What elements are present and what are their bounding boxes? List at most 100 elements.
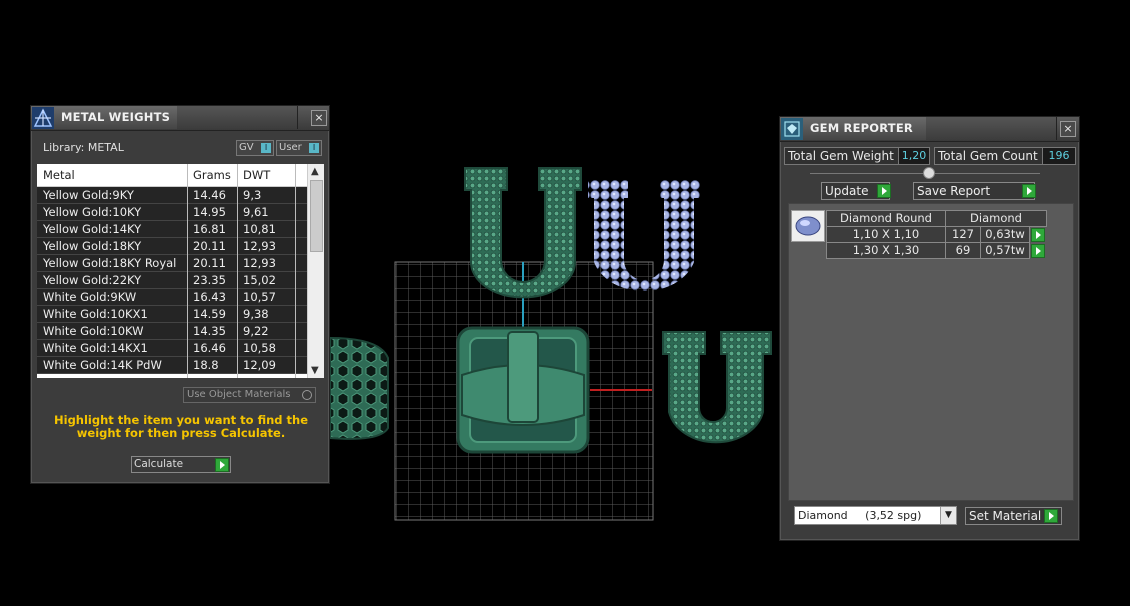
metal-table-header: Metal Grams DWT <box>37 164 307 187</box>
model-ring <box>456 326 590 454</box>
cell-metal: Yellow Gold:14KY <box>43 222 142 236</box>
gem-reporter-close-button[interactable]: × <box>1060 121 1076 137</box>
cell-grams: 14.35 <box>193 324 226 338</box>
cell-dwt: 15,02 <box>243 273 276 287</box>
table-row[interactable]: White Gold:9KW 16.43 10,57 <box>37 289 307 306</box>
table-row[interactable]: White Gold:10KW 14.35 9,22 <box>37 323 307 340</box>
cell-grams: 16.46 <box>193 341 226 355</box>
diamond-thumbnail <box>791 210 825 242</box>
column-divider <box>237 164 238 378</box>
cell-dwt: 12,09 <box>243 358 276 372</box>
cell-metal: Yellow Gold:18KY Royal <box>43 256 177 270</box>
table-row[interactable]: Yellow Gold:10KY 14.95 9,61 <box>37 204 307 221</box>
update-go-icon[interactable] <box>877 184 891 198</box>
calculate-button[interactable]: Calculate <box>131 456 231 473</box>
metal-table-scrollbar[interactable]: ▲ ▼ <box>307 164 324 378</box>
scroll-down-arrow-icon[interactable]: ▼ <box>311 365 319 376</box>
set-material-label: Set Material <box>969 509 1042 523</box>
metal-weights-title: METAL WEIGHTS <box>61 110 171 124</box>
cell-grams: 14.46 <box>193 188 226 202</box>
metal-weights-close-button[interactable]: × <box>311 110 327 126</box>
save-report-button[interactable]: Save Report <box>913 182 1036 200</box>
column-divider <box>295 164 296 378</box>
metal-weights-titlebar[interactable]: METAL WEIGHTS × <box>31 106 329 131</box>
total-gem-weight-value: 1,20 <box>898 147 930 165</box>
table-row[interactable]: Yellow Gold:22KY 23.35 15,02 <box>37 272 307 289</box>
save-report-label: Save Report <box>917 184 991 198</box>
gem-reporter-titlebar[interactable]: GEM REPORTER × <box>780 117 1079 142</box>
cell-grams: 14.59 <box>193 307 226 321</box>
cell-metal: White Gold:14K PdW <box>43 358 162 372</box>
library-label: Library: METAL <box>43 141 124 154</box>
cell-dwt: 10,58 <box>243 341 276 355</box>
gem-weight: 0,63tw <box>980 226 1030 243</box>
gem-report-icon <box>781 118 803 140</box>
metal-table: Metal Grams DWT Yellow Gold:9KY 14.46 9,3 … <box>37 164 324 378</box>
balance-scale-icon <box>32 107 54 129</box>
cell-grams: 16.43 <box>193 290 226 304</box>
table-row[interactable]: Yellow Gold:18KY 20.11 12,93 <box>37 238 307 255</box>
cell-metal: Yellow Gold:22KY <box>43 273 142 287</box>
slider-handle[interactable] <box>923 167 935 179</box>
cell-metal: White Gold:9KW <box>43 290 137 304</box>
chevron-down-icon[interactable]: ▼ <box>940 507 956 524</box>
user-toggle-indicator: I <box>309 143 319 153</box>
cell-grams: 16.81 <box>193 222 226 236</box>
table-row[interactable]: Yellow Gold:9KY 14.46 9,3 <box>37 187 307 204</box>
set-material-go-icon[interactable] <box>1044 509 1058 523</box>
gem-weight: 0,57tw <box>980 242 1030 259</box>
gem-report-area: Diamond Round Diamond 1,10 X 1,10 127 0,… <box>788 203 1074 501</box>
table-row[interactable]: Yellow Gold:14KY 16.81 10,81 <box>37 221 307 238</box>
cell-grams: 20.11 <box>193 239 226 253</box>
save-report-go-icon[interactable] <box>1022 184 1036 198</box>
column-divider <box>187 164 188 378</box>
cell-dwt: 9,61 <box>243 205 269 219</box>
scroll-up-arrow-icon[interactable]: ▲ <box>311 166 319 177</box>
cell-dwt: 9,3 <box>243 188 262 202</box>
table-row[interactable]: Yellow Gold:18KY Royal 20.11 12,93 <box>37 255 307 272</box>
titlebar-spacer <box>177 106 298 129</box>
gv-toggle-label: GV <box>239 142 254 153</box>
use-object-materials-option[interactable]: Use Object Materials <box>183 387 316 403</box>
gem-row-go-icon[interactable] <box>1031 244 1045 258</box>
scrollbar-thumb[interactable] <box>310 180 323 252</box>
calculate-go-icon[interactable] <box>215 458 229 472</box>
cell-metal: Yellow Gold:10KY <box>43 205 142 219</box>
update-button[interactable]: Update <box>821 182 891 200</box>
cell-metal: White Gold:10KX1 <box>43 307 148 321</box>
user-toggle-label: User <box>279 142 302 153</box>
instruction-text: Highlight the item you want to find the … <box>54 413 308 440</box>
cell-dwt: 10,81 <box>243 222 276 236</box>
cell-dwt: 9,38 <box>243 307 269 321</box>
column-header-metal[interactable]: Metal <box>43 168 75 182</box>
table-row[interactable]: White Gold:10KX1 14.59 9,38 <box>37 306 307 323</box>
cell-dwt: 10,57 <box>243 290 276 304</box>
gem-row-go-icon[interactable] <box>1031 228 1045 242</box>
column-header-dwt[interactable]: DWT <box>243 168 270 182</box>
cell-dwt: 9,22 <box>243 324 269 338</box>
use-object-materials-radio-icon[interactable] <box>302 390 312 400</box>
cell-grams: 23.35 <box>193 273 226 287</box>
table-row[interactable]: White Gold:14KX1 16.46 10,58 <box>37 340 307 357</box>
user-toggle[interactable]: User I <box>276 140 322 156</box>
set-material-button[interactable]: Set Material <box>965 507 1062 525</box>
titlebar-spacer <box>926 117 1057 140</box>
gv-toggle-indicator: I <box>261 143 271 153</box>
cell-metal: Yellow Gold:9KY <box>43 188 134 202</box>
table-row[interactable]: White Gold:14K PdW 18.8 12,09 <box>37 357 307 374</box>
material-select-value: Diamond (3,52 spg) <box>798 509 922 522</box>
model-hex-band <box>329 336 389 440</box>
total-gem-count-value: 196 <box>1042 147 1076 165</box>
material-select[interactable]: Diamond (3,52 spg) ▼ <box>794 506 957 525</box>
gv-toggle[interactable]: GV I <box>236 140 274 156</box>
gem-reporter-title: GEM REPORTER <box>810 121 913 135</box>
gem-count: 127 <box>945 226 981 243</box>
cell-grams: 14.95 <box>193 205 226 219</box>
gem-count: 69 <box>945 242 981 259</box>
gem-size: 1,10 X 1,10 <box>826 226 946 243</box>
column-header-grams[interactable]: Grams <box>193 168 231 182</box>
cell-metal: Yellow Gold:18KY <box>43 239 142 253</box>
gem-shape-header: Diamond Round <box>826 210 946 227</box>
cell-metal: White Gold:14KX1 <box>43 341 148 355</box>
gem-reporter-panel: GEM REPORTER × Total Gem Weight 1,20 Tot… <box>779 116 1080 541</box>
